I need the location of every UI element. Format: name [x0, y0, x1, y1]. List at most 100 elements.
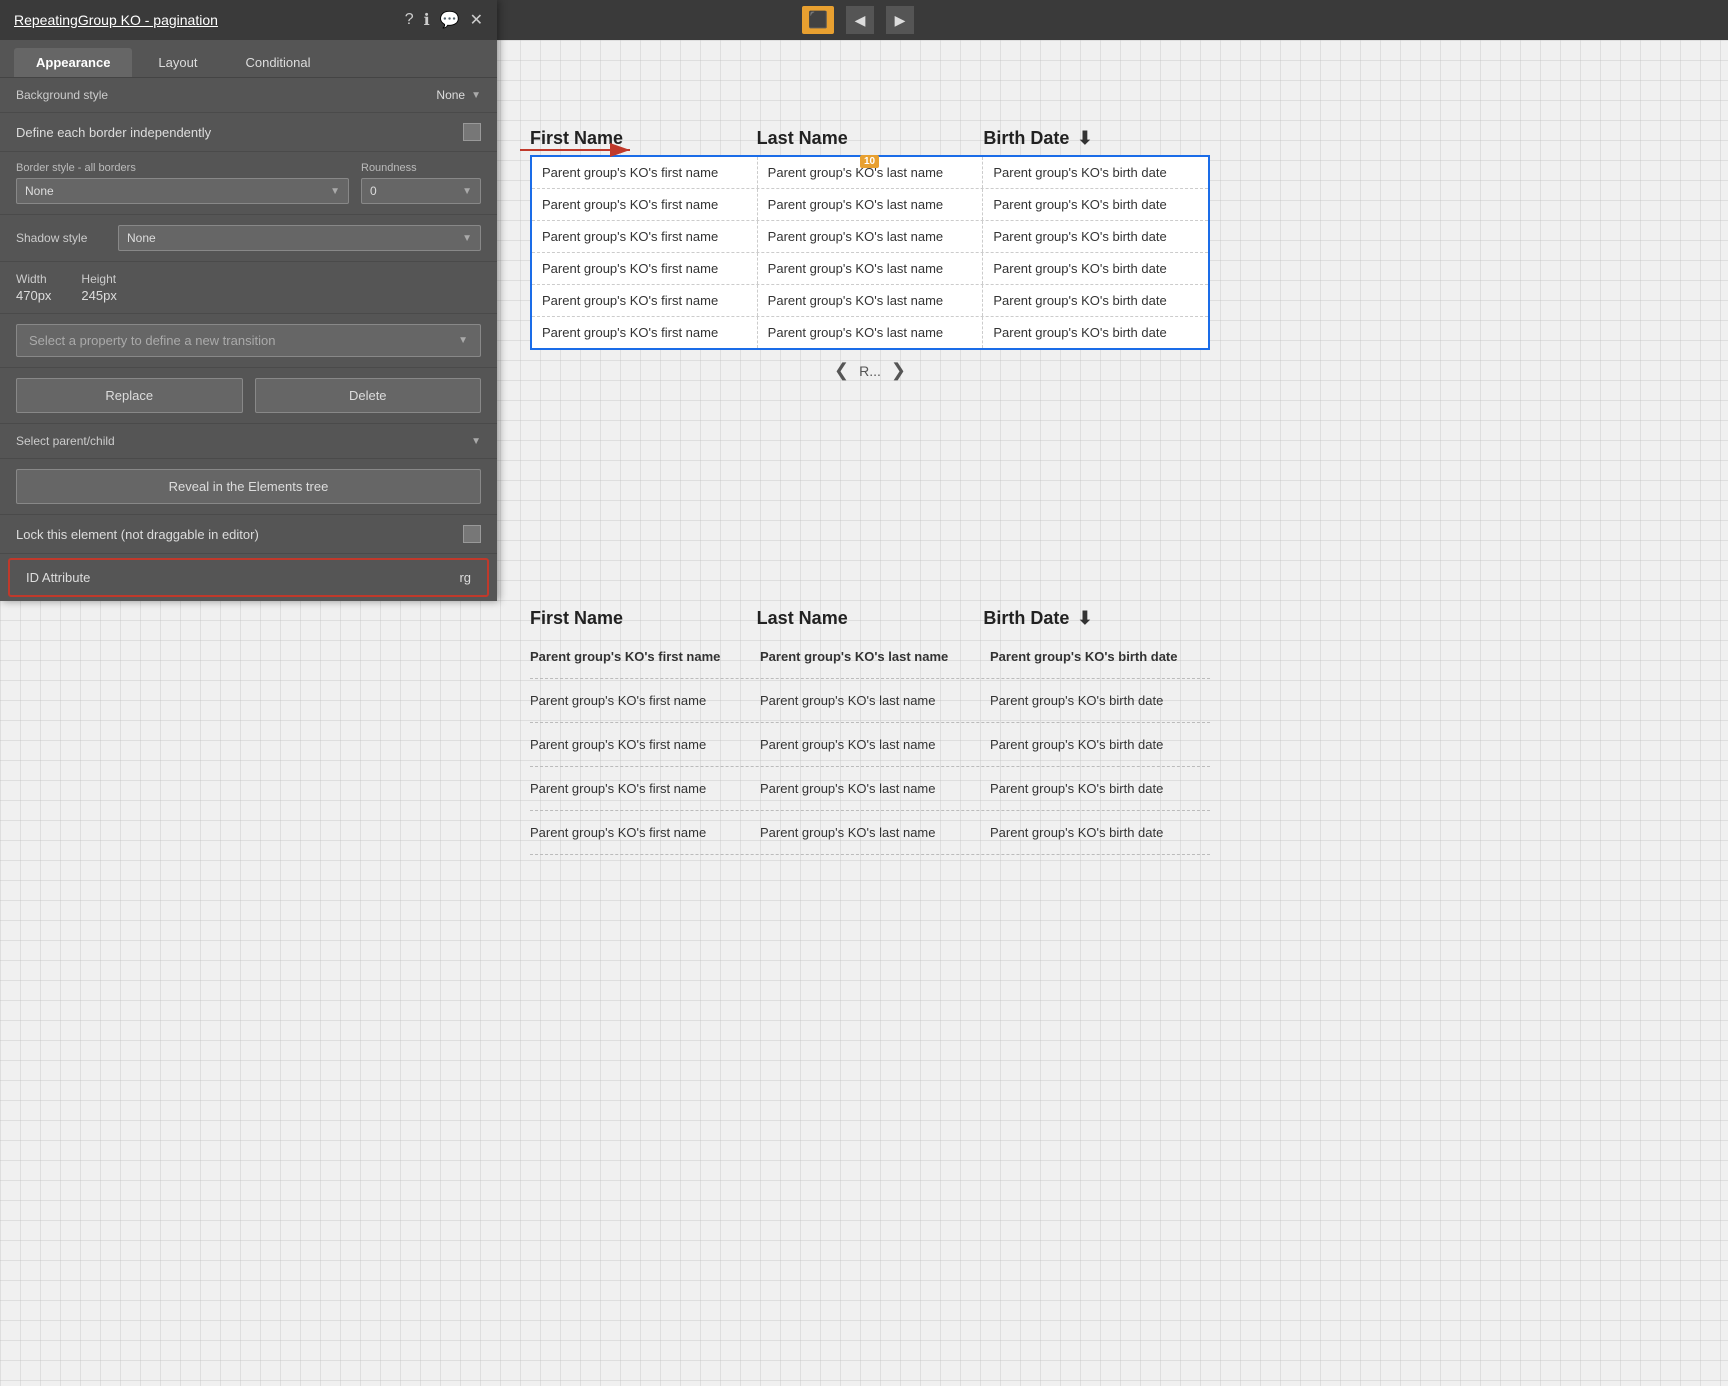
roundness-col: Roundness 0 ▼	[361, 162, 481, 204]
roundness-arrow: ▼	[462, 186, 472, 197]
table2-header-birthdate: Birth Date ⬇	[983, 608, 1210, 629]
tab-appearance[interactable]: Appearance	[14, 48, 132, 77]
shadow-style-dropdown[interactable]: None ▼	[118, 225, 481, 251]
reveal-button[interactable]: Reveal in the Elements tree	[16, 469, 481, 504]
panel-tabs: Appearance Layout Conditional	[0, 40, 497, 78]
table1-body: Parent group's KO's first name Parent gr…	[530, 155, 1210, 350]
table2-cell-r4c3: Parent group's KO's birth date	[980, 773, 1210, 804]
bg-style-arrow: ▼	[471, 90, 481, 101]
table1-cell-r4c3: Parent group's KO's birth date	[983, 253, 1208, 284]
pagination-row: ❮ R... ❯	[530, 350, 1210, 391]
table-row: Parent group's KO's first name Parent gr…	[532, 285, 1208, 317]
pagination-prev[interactable]: ❮	[834, 360, 849, 381]
border-style-dropdown[interactable]: None ▼	[16, 178, 349, 204]
transition-placeholder: Select a property to define a new transi…	[29, 333, 275, 348]
download-icon-1[interactable]: ⬇	[1077, 128, 1092, 149]
table1-cell-r6c3: Parent group's KO's birth date	[983, 317, 1208, 348]
table2-cell-r4c1: Parent group's KO's first name	[530, 773, 750, 804]
table1-cell-r5c3: Parent group's KO's birth date	[983, 285, 1208, 316]
toolbar-center: ⬛ ◀ ▶	[802, 6, 926, 34]
table2-cell-r2c2: Parent group's KO's last name	[750, 685, 980, 716]
delete-button[interactable]: Delete	[255, 378, 482, 413]
table-row: Parent group's KO's first name Parent gr…	[530, 767, 1210, 811]
define-border-label: Define each border independently	[16, 125, 211, 140]
table2-cell-r2c3: Parent group's KO's birth date	[980, 685, 1210, 716]
replace-button[interactable]: Replace	[16, 378, 243, 413]
table1-container: First Name Last Name Birth Date ⬇ 10 Par…	[530, 120, 1210, 391]
bg-style-value: None	[436, 88, 465, 102]
table1-cell-r3c1: Parent group's KO's first name	[532, 221, 758, 252]
id-attribute-label: ID Attribute	[26, 570, 90, 585]
border-style-arrow: ▼	[330, 186, 340, 197]
download-icon-2[interactable]: ⬇	[1077, 608, 1092, 629]
height-item: Height 245px	[81, 272, 116, 303]
border-row: Border style - all borders None ▼ Roundn…	[16, 162, 481, 204]
table2-cell-r1c3: Parent group's KO's birth date	[980, 641, 1210, 672]
toolbar-nav-prev[interactable]: ◀	[846, 6, 874, 34]
roundness-dropdown[interactable]: 0 ▼	[361, 178, 481, 204]
id-attribute-value[interactable]: rg	[459, 570, 471, 585]
roundness-label: Roundness	[361, 162, 481, 174]
table1-header-row: First Name Last Name Birth Date ⬇	[530, 120, 1210, 155]
border-style-col: Border style - all borders None ▼	[16, 162, 349, 204]
table-row: Parent group's KO's first name Parent gr…	[532, 317, 1208, 348]
width-label: Width	[16, 272, 51, 286]
id-attribute-section: ID Attribute rg	[8, 558, 489, 597]
table1-cell-r2c3: Parent group's KO's birth date	[983, 189, 1208, 220]
pagination-next[interactable]: ❯	[891, 360, 906, 381]
roundness-value: 0	[370, 184, 377, 198]
close-icon[interactable]: ✕	[470, 10, 483, 30]
tab-conditional[interactable]: Conditional	[223, 48, 332, 77]
table1-cell-r2c1: Parent group's KO's first name	[532, 189, 758, 220]
table1-cell-r6c2: Parent group's KO's last name	[758, 317, 984, 348]
lock-section: Lock this element (not draggable in edit…	[0, 515, 497, 554]
table2-cell-r2c1: Parent group's KO's first name	[530, 685, 750, 716]
table1-cell-r2c2: Parent group's KO's last name	[758, 189, 984, 220]
transition-section: Select a property to define a new transi…	[0, 314, 497, 368]
table1-cell-r1c3: Parent group's KO's birth date	[983, 157, 1208, 188]
width-value: 470px	[16, 288, 51, 303]
action-section: Replace Delete	[0, 368, 497, 424]
border-style-value: None	[25, 184, 54, 198]
transition-dropdown[interactable]: Select a property to define a new transi…	[16, 324, 481, 357]
select-parent-arrow: ▼	[471, 436, 481, 447]
table1-badge: 10	[860, 155, 879, 168]
define-border-checkbox[interactable]	[463, 123, 481, 141]
table-row: Parent group's KO's first name Parent gr…	[532, 253, 1208, 285]
table1-header-lastname: Last Name	[757, 128, 984, 149]
toolbar-main-button[interactable]: ⬛	[802, 6, 834, 34]
table2-cell-r5c1: Parent group's KO's first name	[530, 817, 750, 848]
reveal-section: Reveal in the Elements tree	[0, 459, 497, 515]
table1-cell-r3c3: Parent group's KO's birth date	[983, 221, 1208, 252]
shadow-style-value: None	[127, 231, 156, 245]
lock-checkbox[interactable]	[463, 525, 481, 543]
table1-header-firstname: First Name	[530, 128, 757, 149]
help-icon[interactable]: ?	[405, 11, 414, 29]
table1-header-birthdate: Birth Date ⬇	[983, 128, 1210, 149]
select-parent-section: Select parent/child ▼	[0, 424, 497, 459]
table2-cell-r3c2: Parent group's KO's last name	[750, 729, 980, 760]
table2-cell-r3c1: Parent group's KO's first name	[530, 729, 750, 760]
wh-row: Width 470px Height 245px	[16, 272, 481, 303]
canvas-content: First Name Last Name Birth Date ⬇ 10 Par…	[520, 0, 1728, 1386]
height-label: Height	[81, 272, 116, 286]
table-row: Parent group's KO's first name Parent gr…	[530, 635, 1210, 679]
border-section: Border style - all borders None ▼ Roundn…	[0, 152, 497, 215]
wh-section: Width 470px Height 245px	[0, 262, 497, 314]
table-row: Parent group's KO's first name Parent gr…	[530, 811, 1210, 855]
border-style-label: Border style - all borders	[16, 162, 349, 174]
table1-cell-r4c1: Parent group's KO's first name	[532, 253, 758, 284]
width-item: Width 470px	[16, 272, 51, 303]
toolbar-nav-next[interactable]: ▶	[886, 6, 914, 34]
chat-icon[interactable]: 💬	[440, 10, 460, 30]
info-icon[interactable]: ℹ	[424, 10, 430, 30]
panel-title-icons: ? ℹ 💬 ✕	[405, 10, 483, 30]
tab-layout[interactable]: Layout	[136, 48, 219, 77]
panel-body: Background style None ▼ Define each bord…	[0, 78, 497, 597]
table2-cell-r4c2: Parent group's KO's last name	[750, 773, 980, 804]
table-row: Parent group's KO's first name Parent gr…	[530, 723, 1210, 767]
pagination-label: R...	[859, 363, 881, 379]
lock-label: Lock this element (not draggable in edit…	[16, 527, 259, 542]
table1-cell-r6c1: Parent group's KO's first name	[532, 317, 758, 348]
table2-cell-r1c1: Parent group's KO's first name	[530, 641, 750, 672]
